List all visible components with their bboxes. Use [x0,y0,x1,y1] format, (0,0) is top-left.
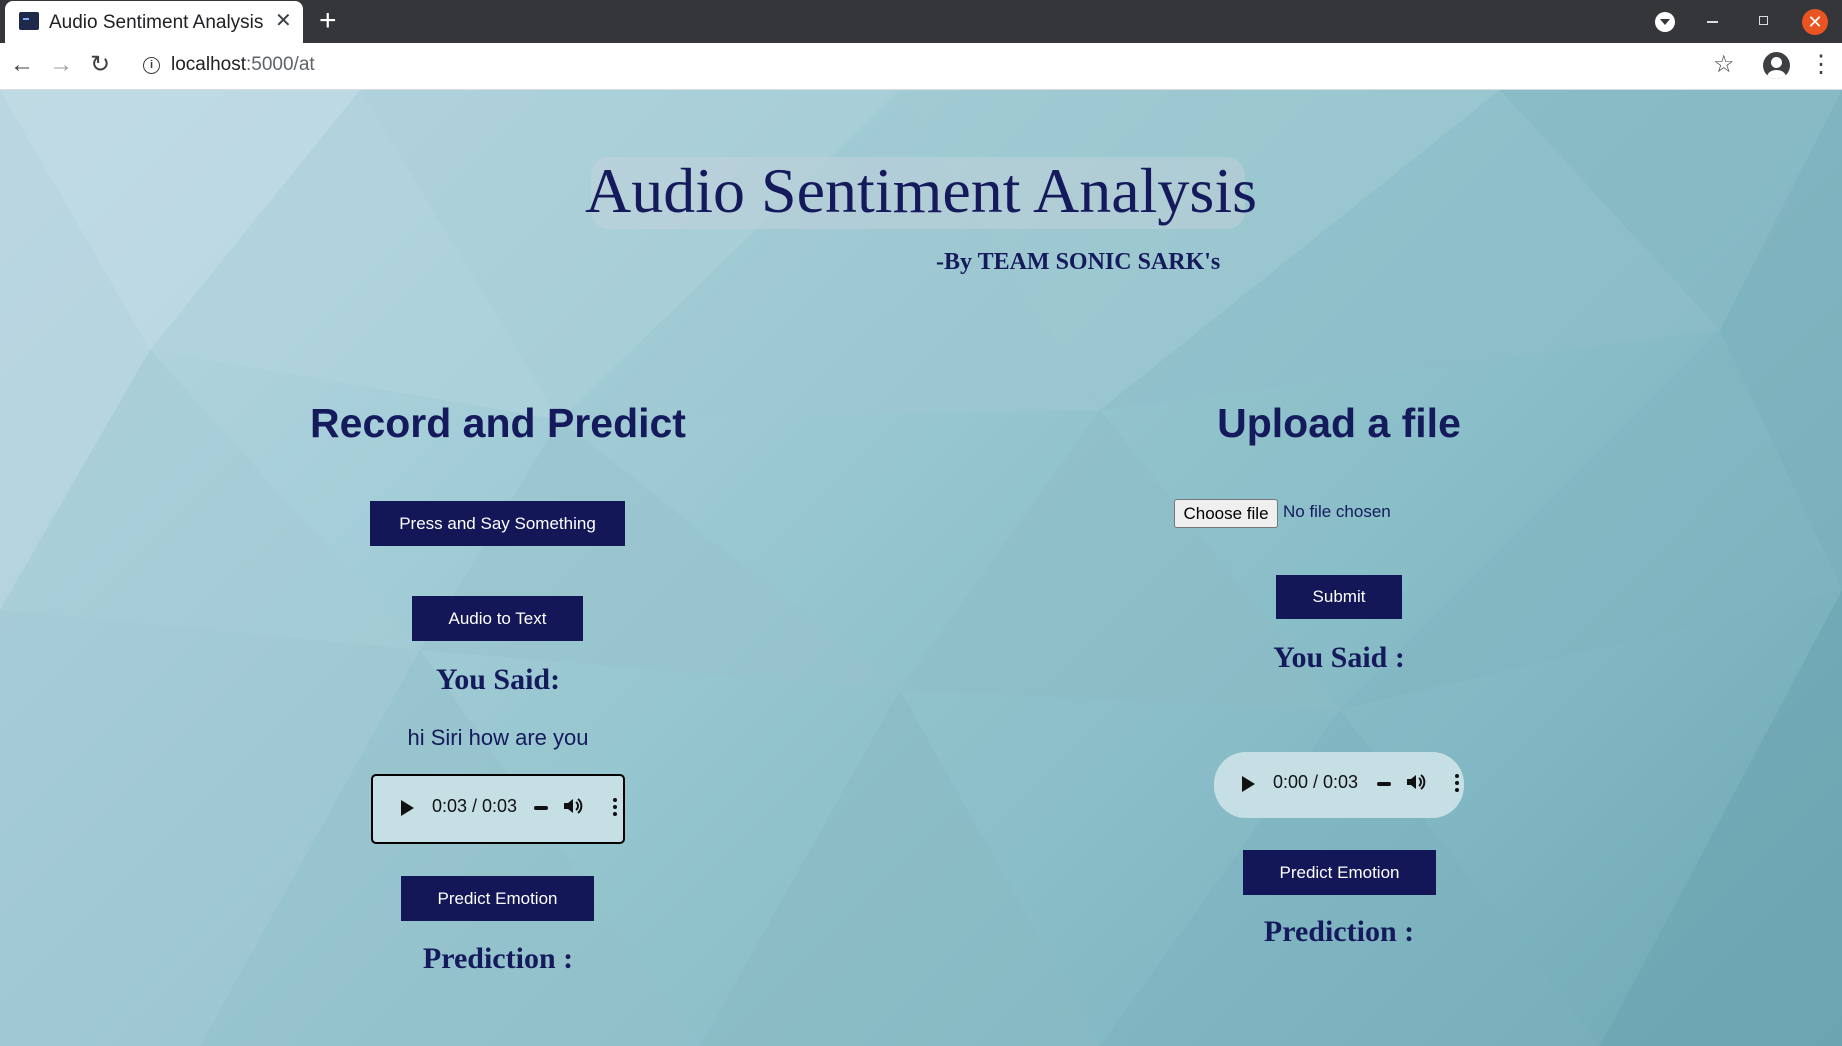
star-icon[interactable]: ☆ [1713,52,1735,78]
you-said-label: You Said: [435,663,561,696]
you-said-text: hi Siri how are you [407,725,589,750]
uploaded-audio-player[interactable]: 0:00 / 0:03 [1214,752,1464,818]
submit-button[interactable]: Submit [1276,575,1402,619]
play-icon[interactable] [401,800,414,816]
volume-icon[interactable] [561,794,585,818]
upload-heading: Upload a file [1217,400,1461,446]
audio-time: 0:03 / 0:03 [432,796,518,816]
browser-toolbar: ← → ↻ i localhost:5000/at ☆ ⋮ [0,43,1842,90]
record-button[interactable]: Press and Say Something [370,501,625,546]
file-status: No file chosen [1283,502,1391,521]
browser-tab[interactable]: Audio Sentiment Analysis ✕ [5,1,303,43]
new-tab-icon[interactable]: + [319,5,337,37]
choose-file-button[interactable]: Choose file [1174,499,1278,528]
seek-bar[interactable] [534,806,548,810]
more-options-icon[interactable] [1454,772,1460,794]
forward-icon[interactable]: → [49,52,73,78]
tab-title: Audio Sentiment Analysis [49,12,264,33]
terminal-favicon-icon [19,12,39,30]
account-icon[interactable] [1763,52,1790,79]
maximize-icon[interactable] [1759,16,1768,25]
menu-icon[interactable]: ⋮ [1809,52,1833,78]
seek-bar[interactable] [1377,782,1391,786]
predict-emotion-button-record[interactable]: Predict Emotion [401,876,594,921]
info-icon[interactable]: i [143,57,160,74]
prediction-label-upload: Prediction : [1263,915,1415,948]
record-heading: Record and Predict [310,400,686,446]
reload-icon[interactable]: ↻ [90,52,110,78]
volume-icon[interactable] [1404,770,1428,794]
byline: -By TEAM SONIC SARK's [936,249,1221,275]
recorded-audio-player[interactable]: 0:03 / 0:03 [371,774,625,844]
page-background: Audio Sentiment Analysis -By TEAM SONIC … [0,90,1842,1046]
you-said-label-upload: You Said : [1273,641,1405,674]
url-host: localhost [171,54,246,75]
more-options-icon[interactable] [612,796,618,818]
close-icon[interactable]: ✕ [1802,9,1828,35]
audio-time: 0:00 / 0:03 [1273,772,1359,792]
audio-to-text-button[interactable]: Audio to Text [412,596,583,641]
tab-close-icon[interactable]: ✕ [275,10,292,32]
minimize-icon[interactable] [1707,21,1718,23]
address-bar[interactable]: localhost:5000/at [171,54,315,76]
play-icon[interactable] [1242,776,1255,792]
tab-strip: Audio Sentiment Analysis ✕ + ✕ [0,0,1842,43]
back-icon[interactable]: ← [10,52,34,78]
tab-search-icon[interactable] [1655,12,1675,32]
page-title: Audio Sentiment Analysis [585,155,1257,226]
prediction-label-record: Prediction : [422,942,574,975]
url-path: :5000/at [246,54,315,75]
predict-emotion-button-upload[interactable]: Predict Emotion [1243,850,1436,895]
low-poly-background [0,90,1842,1046]
